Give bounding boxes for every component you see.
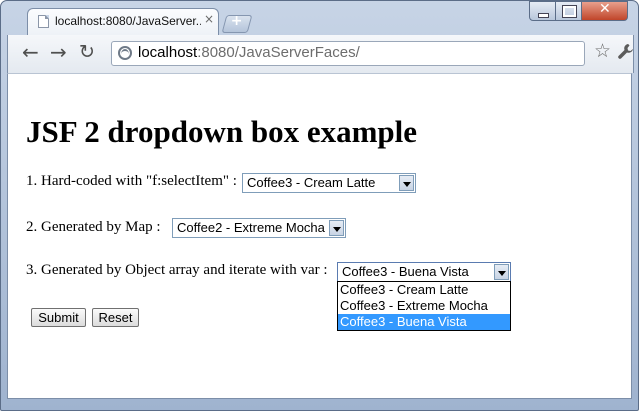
- dropdown-hardcoded[interactable]: Coffee3 - Cream Latte: [242, 173, 416, 193]
- dropdown-hardcoded-value: Coffee3 - Cream Latte: [247, 175, 376, 190]
- dropdown-map-value: Coffee2 - Extreme Mocha: [177, 220, 325, 235]
- dropdown-option[interactable]: Coffee3 - Extreme Mocha: [338, 298, 510, 314]
- page-title: JSF 2 dropdown box example: [26, 114, 418, 149]
- browser-toolbar: ← → ↻ localhost:8080/JavaServerFaces/ ☆: [7, 35, 634, 73]
- browser-window: localhost:8080/JavaServer... × + ✕ ← → ↻…: [0, 0, 639, 411]
- chevron-down-icon[interactable]: [399, 175, 414, 191]
- maximize-button[interactable]: [555, 1, 582, 21]
- url-text[interactable]: localhost:8080/JavaServerFaces/: [138, 44, 360, 61]
- dropdown-map[interactable]: Coffee2 - Extreme Mocha: [172, 218, 346, 238]
- close-window-button[interactable]: ✕: [581, 1, 628, 21]
- bookmark-star-icon[interactable]: ☆: [594, 41, 611, 61]
- minimize-button[interactable]: [529, 1, 556, 21]
- close-icon: ✕: [599, 1, 611, 17]
- tab-title: localhost:8080/JavaServer...: [55, 14, 201, 28]
- tab-strip: localhost:8080/JavaServer... × + ✕: [1, 1, 638, 35]
- dropdown-object-array-value: Coffee3 - Buena Vista: [342, 264, 469, 279]
- dropdown-option[interactable]: Coffee3 - Cream Latte: [338, 282, 510, 298]
- forward-arrow-icon[interactable]: →: [50, 42, 67, 62]
- back-arrow-icon[interactable]: ←: [22, 42, 39, 62]
- address-bar[interactable]: localhost:8080/JavaServerFaces/: [111, 41, 585, 66]
- reset-button[interactable]: Reset: [92, 308, 139, 327]
- page-viewport: JSF 2 dropdown box example 1. Hard-coded…: [7, 73, 632, 399]
- browser-tab[interactable]: localhost:8080/JavaServer... ×: [27, 8, 219, 35]
- plus-icon: +: [230, 13, 243, 29]
- tab-close-icon[interactable]: ×: [204, 12, 214, 26]
- reload-icon[interactable]: ↻: [79, 42, 95, 62]
- page-favicon-icon: [38, 15, 49, 28]
- row-label-2: 2. Generated by Map :: [26, 219, 161, 235]
- row-label-3: 3. Generated by Object array and iterate…: [26, 262, 328, 278]
- dropdown-options-list: Coffee3 - Cream Latte Coffee3 - Extreme …: [337, 281, 511, 331]
- page-content: JSF 2 dropdown box example 1. Hard-coded…: [8, 74, 631, 398]
- dropdown-object-array[interactable]: Coffee3 - Buena Vista: [337, 262, 511, 282]
- new-tab-button[interactable]: +: [221, 13, 253, 33]
- page-info-icon[interactable]: [118, 46, 132, 60]
- row-label-1: 1. Hard-coded with "f:selectItem" :: [26, 173, 237, 189]
- submit-button[interactable]: Submit: [31, 308, 86, 327]
- chevron-down-icon[interactable]: [494, 264, 509, 280]
- chevron-down-icon[interactable]: [329, 220, 344, 236]
- wrench-icon[interactable]: [617, 43, 633, 61]
- dropdown-option-selected[interactable]: Coffee3 - Buena Vista: [338, 314, 510, 330]
